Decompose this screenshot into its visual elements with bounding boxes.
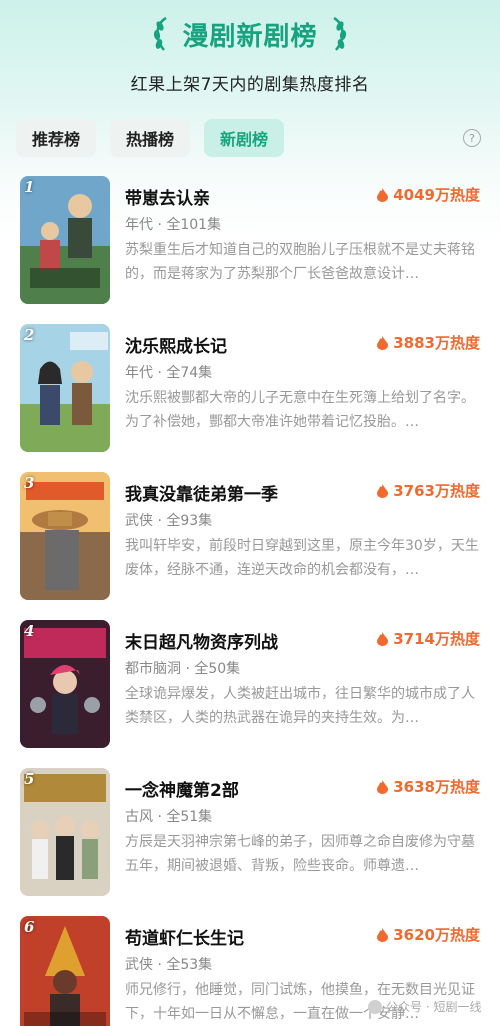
drama-meta: 年代 · 全101集 xyxy=(125,217,222,233)
drama-title: 沈乐熙成长记 xyxy=(125,337,227,357)
heat-value: 3883万热度 xyxy=(377,332,480,353)
heat-value: 3620万热度 xyxy=(377,924,480,945)
laurel-right-icon xyxy=(332,16,346,51)
drama-meta: 都市脑洞 · 全50集 xyxy=(125,661,241,677)
heat-value: 4049万热度 xyxy=(377,184,480,205)
watermark-text: 公众号 · 短剧一线 xyxy=(386,1000,482,1014)
list-item[interactable]: 1 带崽去认亲 4049万热度 年代 · 全101集 苏梨重生后才知道自己的双胞… xyxy=(0,176,500,324)
flame-icon xyxy=(377,779,389,794)
ranking-tabs: 推荐榜 热播榜 新剧榜 xyxy=(16,119,285,157)
heat-text: 4049万热度 xyxy=(393,186,480,204)
drama-meta: 武侠 · 全93集 xyxy=(125,513,213,529)
drama-title: 带崽去认亲 xyxy=(125,189,210,209)
laurel-left-icon xyxy=(154,16,168,51)
rank-badge: 1 xyxy=(24,178,35,196)
rank-badge: 3 xyxy=(24,474,35,492)
list-item[interactable]: 4 末日超凡物资序列战 3714万热度 都市脑洞 · 全50集 全球诡异爆发，人… xyxy=(0,620,500,768)
drama-title: 末日超凡物资序列战 xyxy=(125,633,278,653)
drama-description: 苏梨重生后才知道自己的双胞胎儿子压根就不是丈夫蒋铭的，而是蒋家为了苏梨那个厂长爸… xyxy=(125,242,475,282)
drama-title: 一念神魔第2部 xyxy=(125,781,239,801)
cover-image: 4 xyxy=(20,620,110,748)
rank-badge: 6 xyxy=(24,918,35,936)
title-row: 漫剧新剧榜 xyxy=(0,14,500,54)
heat-value: 3638万热度 xyxy=(377,776,480,797)
flame-icon xyxy=(377,483,389,498)
heat-text: 3620万热度 xyxy=(393,926,480,944)
tab-hot[interactable]: 热播榜 xyxy=(110,119,191,157)
heat-value: 3714万热度 xyxy=(377,628,480,649)
cover-image: 5 xyxy=(20,768,110,896)
heat-text: 3883万热度 xyxy=(393,334,480,352)
drama-meta: 武侠 · 全53集 xyxy=(125,957,213,973)
flame-icon xyxy=(377,335,389,350)
list-item[interactable]: 2 沈乐熙成长记 3883万热度 年代 · 全74集 沈乐熙被酆都大帝的儿子无意… xyxy=(0,324,500,472)
drama-description: 方辰是天羽神宗第七峰的弟子，因师尊之命自废修为守墓五年，期间被退婚、背叛，险些丧… xyxy=(125,834,475,874)
drama-meta: 年代 · 全74集 xyxy=(125,365,213,381)
drama-description: 沈乐熙被酆都大帝的儿子无意中在生死簿上给划了名字。为了补偿她，酆都大帝准许她带着… xyxy=(125,390,475,430)
heat-text: 3638万热度 xyxy=(393,778,480,796)
cover-image: 3 xyxy=(20,472,110,600)
heat-text: 3763万热度 xyxy=(393,482,480,500)
cover-image: 6 xyxy=(20,916,110,1026)
rank-badge: 5 xyxy=(24,770,35,788)
page-subtitle: 红果上架7天内的剧集热度排名 xyxy=(130,75,370,95)
flame-icon xyxy=(377,927,389,942)
list-item[interactable]: 3 我真没靠徒弟第一季 3763万热度 武侠 · 全93集 我叫轩毕安，前段时日… xyxy=(0,472,500,620)
heat-text: 3714万热度 xyxy=(393,630,480,648)
flame-icon xyxy=(377,187,389,202)
drama-title: 苟道虾仁长生记 xyxy=(125,929,244,949)
tab-new[interactable]: 新剧榜 xyxy=(204,119,285,157)
drama-title: 我真没靠徒弟第一季 xyxy=(125,485,278,505)
drama-meta: 古风 · 全51集 xyxy=(125,809,213,825)
question-circle-icon[interactable]: ? xyxy=(463,129,481,147)
flame-icon xyxy=(377,631,389,646)
drama-description: 我叫轩毕安，前段时日穿越到这里，原主今年30岁，天生废体，经脉不通，连逆天改命的… xyxy=(125,538,479,578)
cover-image: 1 xyxy=(20,176,110,304)
wechat-icon xyxy=(368,999,382,1014)
tab-recommend[interactable]: 推荐榜 xyxy=(16,119,97,157)
rank-badge: 4 xyxy=(24,622,35,640)
drama-description: 全球诡异爆发，人类被赶出城市，往日繁华的城市成了人类禁区，人类的热武器在诡异的夹… xyxy=(125,686,475,726)
list-item[interactable]: 5 一念神魔第2部 3638万热度 古风 · 全51集 方辰是天羽神宗第七峰的弟… xyxy=(0,768,500,916)
watermark: 公众号 · 短剧一线 xyxy=(368,998,481,1015)
heat-value: 3763万热度 xyxy=(377,480,480,501)
drama-list: 1 带崽去认亲 4049万热度 年代 · 全101集 苏梨重生后才知道自己的双胞… xyxy=(0,176,500,1026)
rank-badge: 2 xyxy=(24,326,35,344)
cover-image: 2 xyxy=(20,324,110,452)
page-title: 漫剧新剧榜 xyxy=(182,21,318,52)
